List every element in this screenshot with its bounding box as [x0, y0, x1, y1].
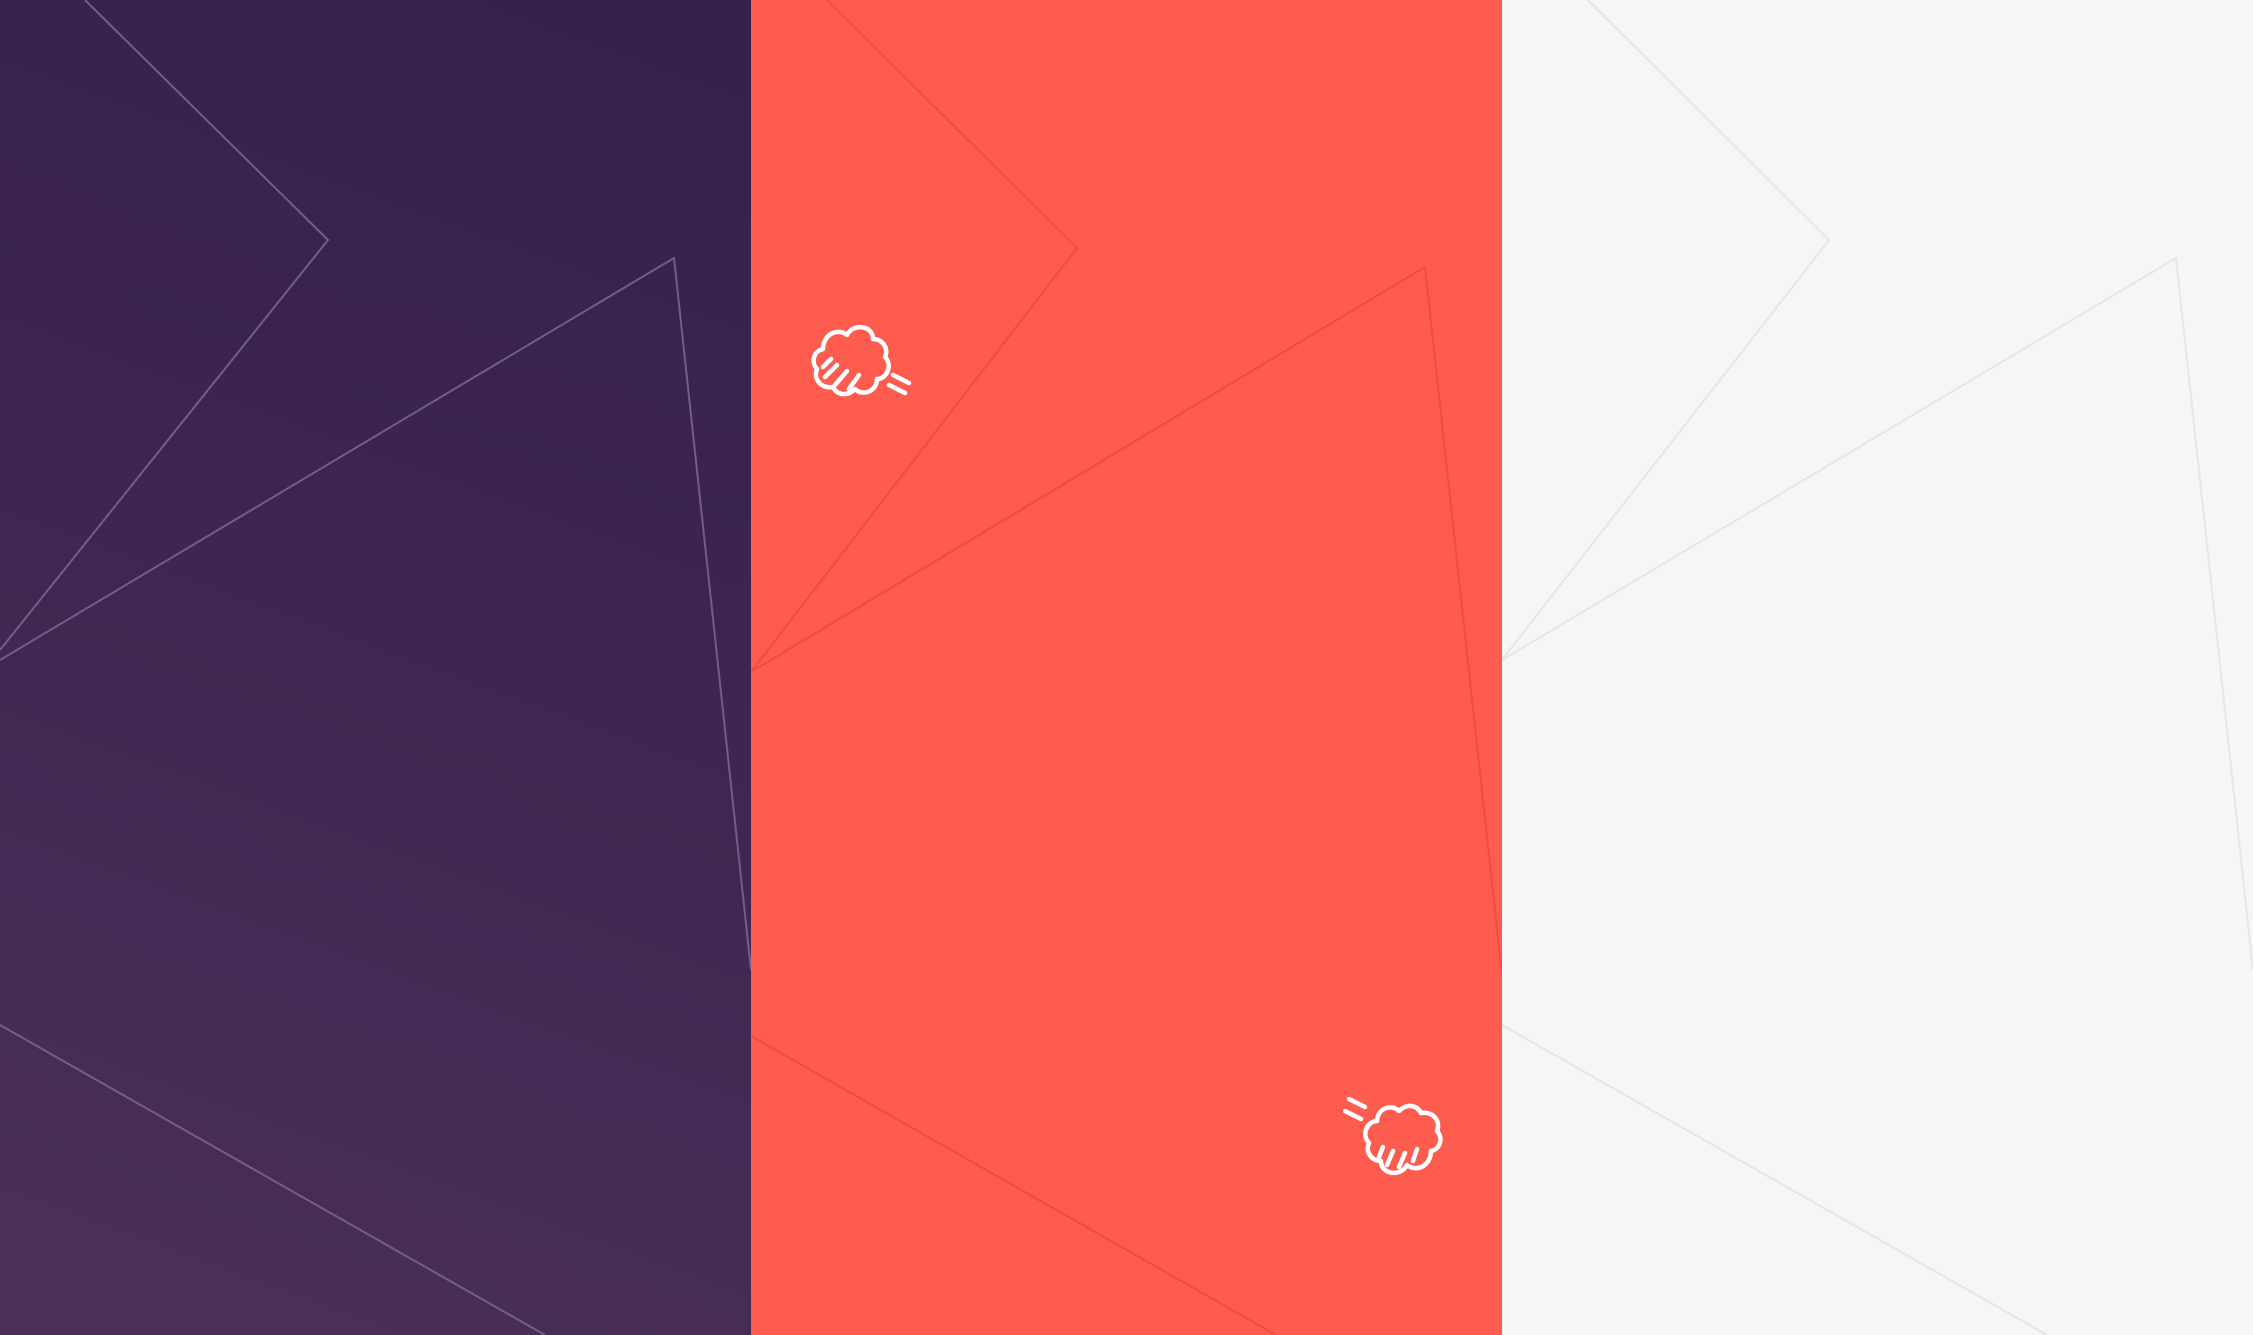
triangle-line: [0, 256, 751, 971]
chevron-line: [0, 0, 330, 651]
diagonal-line: [1502, 1024, 2048, 1335]
wallpaper-triptych: [0, 0, 2253, 1335]
coral-panel: [751, 0, 1502, 1335]
triangle-line: [1502, 256, 2253, 971]
white-panel: [1502, 0, 2253, 1335]
geometric-line-art: [1502, 0, 2253, 1335]
popcorn-cloud-icon: [1343, 1096, 1443, 1175]
chevron-line: [751, 0, 1079, 673]
purple-panel: [0, 0, 751, 1335]
popcorn-cloud-icon: [811, 325, 911, 397]
diagonal-line: [0, 1024, 546, 1335]
geometric-line-art: [0, 0, 751, 1335]
chevron-line: [1502, 0, 1831, 661]
diagonal-line: [751, 1035, 1277, 1335]
